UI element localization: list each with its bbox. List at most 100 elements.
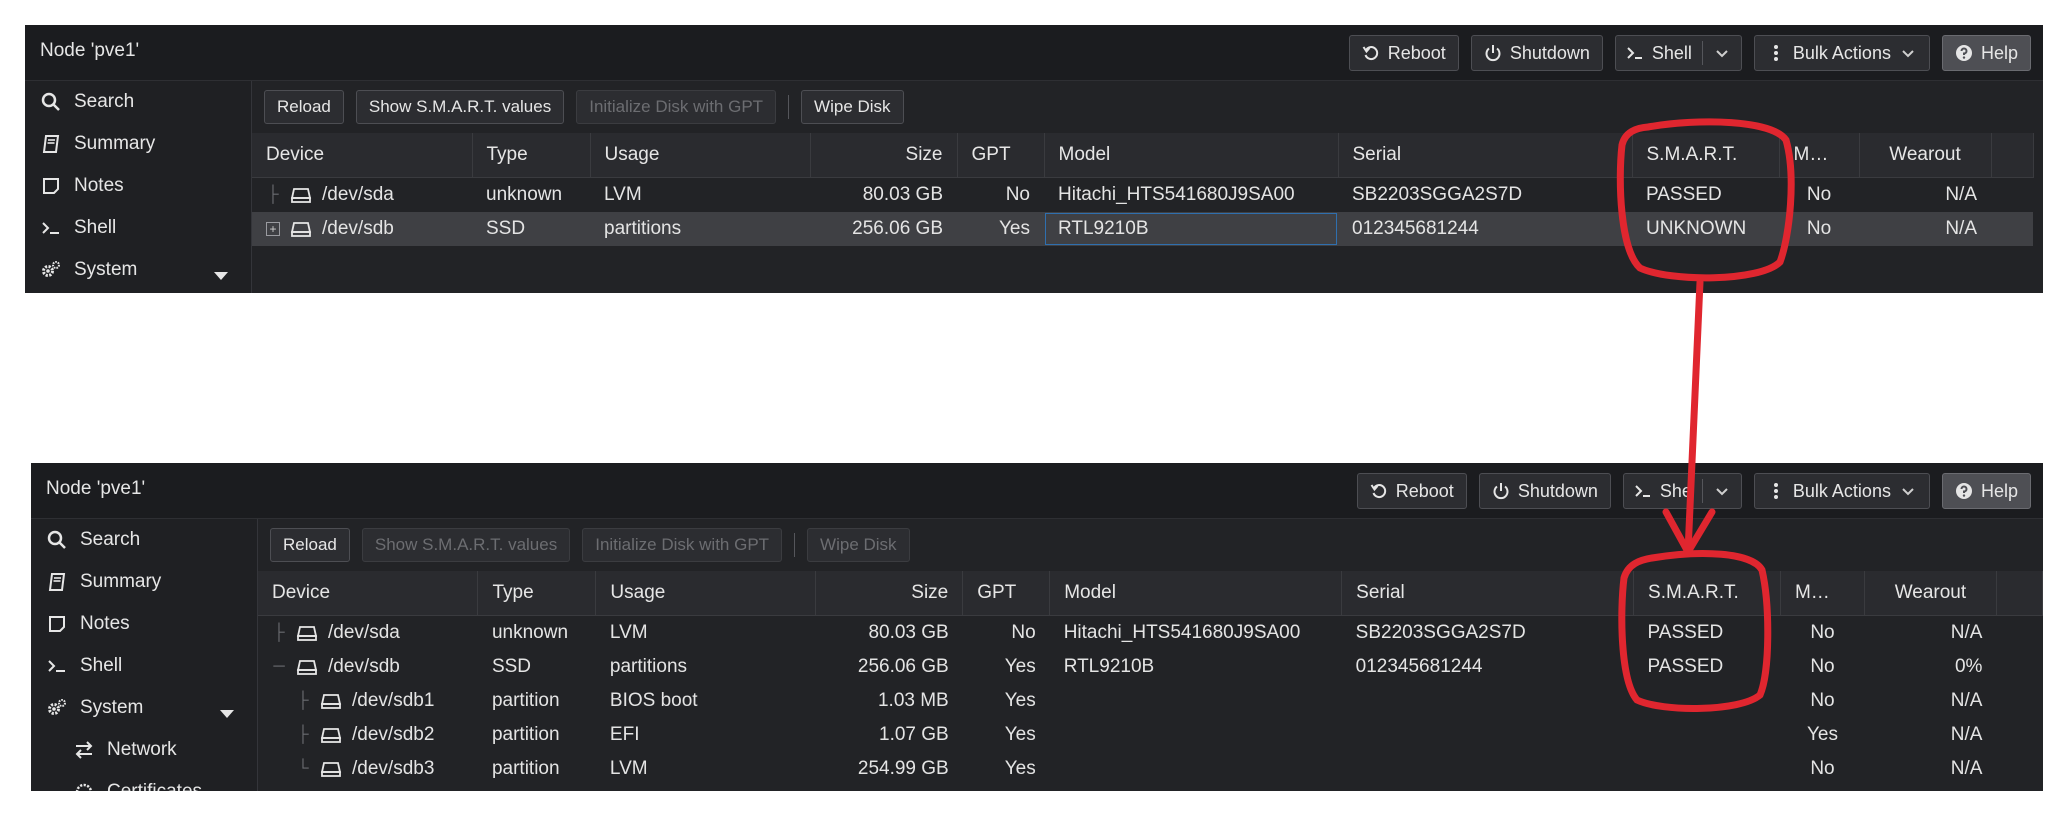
sidebar-item-certificates[interactable]: Certificates: [31, 771, 257, 791]
gpt-cell: Yes: [957, 212, 1044, 246]
question-icon: [1955, 44, 1973, 62]
initialize-gpt-button[interactable]: Initialize Disk with GPT: [576, 90, 777, 124]
column-header-model[interactable]: Model: [1049, 571, 1343, 616]
sidebar-item-system[interactable]: System: [31, 687, 257, 729]
filler-cell: [1996, 650, 2042, 684]
expand-icon[interactable]: +: [266, 222, 280, 236]
column-header-type[interactable]: Type: [472, 133, 591, 178]
shell-menu-toggle[interactable]: [1703, 482, 1741, 500]
sidebar-item-shell[interactable]: Shell: [25, 207, 251, 249]
type-cell: unknown: [486, 184, 563, 205]
shell-label: She: [1659, 480, 1692, 501]
serial-cell: SB2203SGGA2S7D: [1355, 622, 1526, 643]
sidebar-item-notes[interactable]: Notes: [25, 165, 251, 207]
usage-cell: LVM: [609, 622, 648, 643]
shell-split-button[interactable]: She: [1622, 473, 1742, 509]
column-header-usage[interactable]: Usage: [595, 571, 817, 616]
model-cell: [1050, 684, 1342, 718]
device-cell: └ /dev/sdb3: [258, 752, 478, 786]
column-header-device[interactable]: Device: [258, 571, 479, 616]
initialize-gpt-label: Initialize Disk with GPT: [589, 97, 764, 116]
help-button[interactable]: Help: [1941, 35, 2031, 71]
device-name: /dev/sdb1: [352, 690, 435, 711]
column-header-serial[interactable]: Serial: [1338, 133, 1633, 178]
sidebar-item-summary[interactable]: Summary: [25, 123, 251, 165]
wipe-disk-button[interactable]: Wipe Disk: [807, 528, 910, 562]
question-icon: [1955, 482, 1973, 500]
node-actions: Reboot Shutdown Shell Bulk Actions Help: [1348, 35, 2031, 71]
tree-connector: ├: [267, 186, 279, 203]
column-header-type[interactable]: Type: [477, 571, 597, 616]
filler-cell: [1996, 684, 2042, 718]
column-header-smart[interactable]: S.M.A.R.T.: [1633, 571, 1781, 616]
sidebar-item-shell[interactable]: Shell: [31, 645, 257, 687]
shutdown-button[interactable]: Shutdown: [1470, 35, 1603, 71]
sidebar-item-label: System: [80, 697, 144, 718]
note-icon: [40, 175, 62, 197]
table-row[interactable]: ─ /dev/sdb SSD partitions 256.06 GB Yes R…: [258, 650, 2043, 684]
column-header-usage[interactable]: Usage: [590, 133, 811, 178]
table-row[interactable]: ├ /dev/sdb1 partition BIOS boot 1.03 MB Y…: [258, 684, 2043, 718]
show-smart-button[interactable]: Show S.M.A.R.T. values: [355, 90, 565, 124]
column-header-size[interactable]: Size: [810, 133, 958, 178]
reboot-label: Reboot: [1387, 42, 1446, 63]
column-header-wearout[interactable]: Wearout: [1859, 133, 1992, 178]
column-header-size[interactable]: Size: [815, 571, 964, 616]
type-cell: SSD: [472, 212, 590, 246]
help-button[interactable]: Help: [1941, 473, 2031, 509]
table-row[interactable]: ├ /dev/sda unknown LVM 80.03 GB No Hitach…: [258, 616, 2043, 651]
gpt-cell: Yes: [1004, 656, 1036, 677]
mounted-cell: Yes: [1806, 724, 1838, 745]
table-row[interactable]: ├ /dev/sda unknown LVM 80.03 GB No Hitach…: [252, 178, 2033, 213]
model-cell: [1050, 718, 1342, 752]
gpt-cell: No: [1005, 184, 1030, 205]
column-header-smart[interactable]: S.M.A.R.T.: [1632, 133, 1780, 178]
column-header-serial[interactable]: Serial: [1341, 571, 1635, 616]
disks-panel-after: Node 'pve1' Reboot Shutdown She Bulk Act…: [31, 463, 2043, 791]
table-row[interactable]: └ /dev/sdb3 partition LVM 254.99 GB Yes N…: [258, 752, 2043, 786]
column-header-wearout[interactable]: Wearout: [1864, 571, 1997, 616]
mounted-cell: No: [1810, 656, 1835, 677]
column-header-gpt[interactable]: GPT: [962, 571, 1051, 616]
serial-cell: [1342, 718, 1634, 752]
sidebar-item-system[interactable]: System: [25, 249, 251, 291]
column-header-model[interactable]: Model: [1044, 133, 1339, 178]
sidebar-item-label: Summary: [80, 571, 162, 592]
shutdown-button[interactable]: Shutdown: [1478, 473, 1611, 509]
shell-menu-toggle[interactable]: [1703, 44, 1741, 62]
reload-button[interactable]: Reload: [264, 90, 344, 124]
sidebar-item-summary[interactable]: Summary: [31, 561, 257, 603]
table-header: Device Type Usage Size GPT Model Serial …: [252, 133, 2034, 178]
gpt-cell: Yes: [1004, 690, 1036, 711]
table-row[interactable]: + /dev/sdb SSD partitions 256.06 GB Yes R…: [252, 212, 2033, 246]
sidebar-item-notes[interactable]: Notes: [31, 603, 257, 645]
node-sidebar: Search Summary Notes Shell System Networ…: [31, 519, 258, 791]
bulk-actions-button[interactable]: Bulk Actions: [1753, 35, 1930, 71]
column-header-device[interactable]: Device: [252, 133, 473, 178]
sidebar-item-network[interactable]: Network: [31, 729, 257, 771]
column-header-mounted[interactable]: M…: [1780, 571, 1865, 616]
column-header-mounted[interactable]: M…: [1779, 133, 1860, 178]
column-header-gpt[interactable]: GPT: [957, 133, 1045, 178]
wipe-disk-label: Wipe Disk: [814, 97, 891, 116]
hard-drive-icon: [320, 760, 342, 778]
disks-panel-before: Node 'pve1' Reboot Shutdown Shell Bulk A…: [25, 25, 2043, 293]
bulk-actions-label: Bulk Actions: [1792, 42, 1891, 63]
shell-button[interactable]: Shell: [1616, 43, 1702, 64]
disks-toolbar: Reload Show S.M.A.R.T. values Initialize…: [252, 81, 2043, 133]
shell-button[interactable]: She: [1624, 481, 1702, 502]
shell-split-button[interactable]: Shell: [1614, 35, 1742, 71]
reload-button[interactable]: Reload: [270, 528, 350, 562]
bulk-actions-button[interactable]: Bulk Actions: [1753, 473, 1930, 509]
initialize-gpt-button[interactable]: Initialize Disk with GPT: [582, 528, 783, 562]
shutdown-label: Shutdown: [1509, 42, 1590, 63]
table-row[interactable]: ├ /dev/sdb2 partition EFI 1.07 GB Yes Yes…: [258, 718, 2043, 752]
reboot-button[interactable]: Reboot: [1348, 35, 1459, 71]
sidebar-item-search[interactable]: Search: [31, 519, 257, 561]
show-smart-button[interactable]: Show S.M.A.R.T. values: [361, 528, 571, 562]
sidebar-item-label: Certificates: [107, 781, 202, 791]
hard-drive-icon: [290, 220, 312, 238]
sidebar-item-search[interactable]: Search: [25, 81, 251, 123]
wipe-disk-button[interactable]: Wipe Disk: [801, 90, 904, 124]
reboot-button[interactable]: Reboot: [1356, 473, 1467, 509]
